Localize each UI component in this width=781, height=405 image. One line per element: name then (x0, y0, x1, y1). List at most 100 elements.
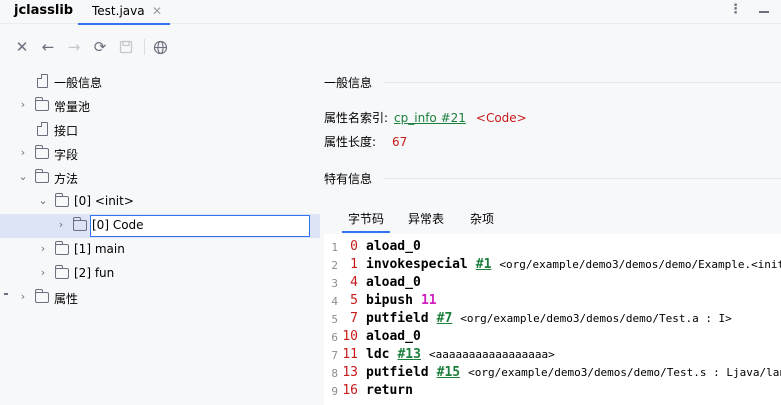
section-divider (384, 178, 781, 179)
chevron-down-icon[interactable]: ⌄ (17, 170, 29, 184)
folder-icon (35, 169, 49, 183)
tree-item-label: 一般信息 (54, 76, 103, 90)
attr-name-index-label: 属性名索引: (324, 111, 389, 125)
constant-pool-ref-link[interactable]: #7 (437, 311, 453, 326)
chevron-right-icon[interactable]: › (17, 290, 29, 304)
tree-item-label: [0] Code (92, 218, 144, 232)
tree-item-label: 字段 (54, 148, 79, 162)
chevron-right-icon[interactable]: › (55, 218, 67, 232)
close-tab-icon[interactable]: ✕ (152, 4, 162, 18)
line-number: 5 (331, 313, 338, 326)
tab-label: Test.java (92, 4, 145, 18)
tab-bytecode[interactable]: 字节码 (341, 210, 391, 233)
bytecode-line: 7 11 ldc #13 <aaaaaaaaaaaaaaaaa> (324, 346, 781, 364)
bytecode-line: 9 16 return (324, 382, 781, 400)
line-number: 6 (331, 331, 338, 344)
bytecode-line: 3 4 aload_0 (324, 274, 781, 292)
ref-comment: <org/example/demo3/demos/demo/Example.<i… (499, 258, 781, 271)
ref-comment: <org/example/demo3/demos/demo/Test.a : I… (460, 312, 732, 325)
opcode: putfield (366, 311, 429, 326)
tree-item-label: 方法 (54, 172, 79, 186)
folder-icon (55, 241, 69, 255)
attr-name-value: <Code> (475, 111, 527, 125)
bytecode-view[interactable]: 1 0 aload_0 2 1 invokespecial #1 <org/example/d… (324, 234, 781, 405)
save-icon[interactable] (116, 37, 136, 57)
refresh-icon[interactable]: ⟳ (90, 37, 110, 57)
bytecode-offset: 13 (342, 365, 358, 380)
close-icon[interactable]: ✕ (12, 37, 32, 57)
bytecode-line: 6 10 aload_0 (324, 328, 781, 346)
attr-name-index-row: 属性名索引: cp_info #21 <Code> (324, 109, 527, 126)
constant-pool-ref-link[interactable]: #15 (437, 365, 460, 380)
file-icon (37, 74, 48, 88)
specific-info-tabs: 字节码 异常表 杂项 (336, 207, 781, 233)
bytecode-line: 8 13 putfield #15 <org/example/demo3/demos/d… (324, 364, 781, 382)
bytecode-offset: 10 (342, 329, 358, 344)
instruction: ldc #13 <aaaaaaaaaaaaaaaaa> (366, 347, 555, 362)
minimize-icon[interactable] (758, 2, 770, 18)
class-structure-tree: 一般信息 › 常量池 接口 › 字段 ⌄ 方法 ⌄ [0] <init> › [… (0, 70, 320, 405)
opcode: ldc (366, 347, 390, 362)
tree-item-method-init[interactable]: ⌄ [0] <init> (0, 190, 320, 214)
bytecode-line: 2 1 invokespecial #1 <org/example/demo3/demo… (324, 256, 781, 274)
toolbar: ✕ ← → ⟳ (0, 34, 781, 62)
tree-item-method-fun[interactable]: › [2] fun (0, 262, 320, 286)
bytecode-offset: 11 (342, 347, 358, 362)
cp-info-link[interactable]: cp_info #21 (394, 111, 466, 125)
instruction: invokespecial #1 <org/example/demo3/demos/… (366, 257, 781, 272)
chevron-right-icon[interactable]: › (37, 242, 49, 256)
line-number: 1 (331, 241, 338, 254)
line-number: 9 (331, 385, 338, 398)
globe-icon[interactable] (150, 37, 170, 57)
chevron-right-icon[interactable]: › (17, 146, 29, 160)
attr-length-label: 属性长度: (324, 135, 377, 149)
opcode: aload_0 (366, 329, 421, 344)
line-number: 4 (331, 295, 338, 308)
arrow-left-icon[interactable]: ← (38, 37, 58, 57)
opcode: invokespecial (366, 257, 468, 272)
tree-item-fields[interactable]: › 字段 (0, 142, 320, 166)
tab-misc[interactable]: 杂项 (470, 210, 494, 227)
opcode: return (366, 383, 413, 398)
line-number: 8 (331, 367, 338, 380)
tree-item-methods[interactable]: ⌄ 方法 (0, 166, 320, 190)
instruction: putfield #15 <org/example/demo3/demos/demo… (366, 365, 781, 380)
folder-icon (35, 97, 49, 111)
tree-item-constant-pool[interactable]: › 常量池 (0, 94, 320, 118)
tab-bar: jclasslib Test.java ✕ ⋮ (0, 0, 781, 25)
ref-comment: <org/example/demo3/demos/demo/Test.s : L… (468, 366, 781, 379)
chevron-right-icon[interactable]: › (17, 98, 29, 112)
opcode: bipush (366, 293, 413, 308)
active-tab-indicator (78, 23, 170, 25)
folder-icon (35, 289, 49, 303)
tree-item-general-info[interactable]: 一般信息 (0, 70, 320, 94)
instruction: putfield #7 <org/example/demo3/demos/demo/… (366, 311, 732, 326)
specific-info-title: 特有信息 (324, 172, 373, 186)
instruction: aload_0 (366, 239, 421, 254)
tree-item-label: [2] fun (74, 266, 115, 280)
bytecode-line: 5 7 putfield #7 <org/example/demo3/demos/dem… (324, 310, 781, 328)
tree-item-code[interactable]: › [0] Code (0, 214, 320, 238)
panel-edge-marker (4, 293, 8, 295)
opcode: aload_0 (366, 275, 421, 290)
instruction: aload_0 (366, 329, 421, 344)
tree-item-interfaces[interactable]: 接口 (0, 118, 320, 142)
tree-item-attributes[interactable]: › 属性 (0, 286, 320, 310)
tree-item-label: 属性 (54, 292, 79, 306)
more-options-icon[interactable]: ⋮ (729, 2, 742, 18)
bytecode-offset: 16 (342, 383, 358, 398)
bytecode-offset: 7 (350, 311, 358, 326)
opcode: putfield (366, 365, 429, 380)
folder-icon (55, 265, 69, 279)
arrow-right-icon[interactable]: → (64, 37, 84, 57)
file-icon (37, 122, 48, 136)
chevron-right-icon[interactable]: › (37, 266, 49, 280)
tab-exception-table[interactable]: 异常表 (408, 210, 444, 227)
chevron-down-icon[interactable]: ⌄ (37, 194, 49, 208)
constant-pool-ref-link[interactable]: #13 (397, 347, 420, 362)
attr-length-row: 属性长度: 67 (324, 133, 407, 150)
tree-item-method-main[interactable]: › [1] main (0, 238, 320, 262)
instruction: bipush 11 (366, 293, 437, 308)
constant-pool-ref-link[interactable]: #1 (476, 257, 492, 272)
tab-test-java[interactable]: Test.java ✕ (78, 0, 170, 25)
